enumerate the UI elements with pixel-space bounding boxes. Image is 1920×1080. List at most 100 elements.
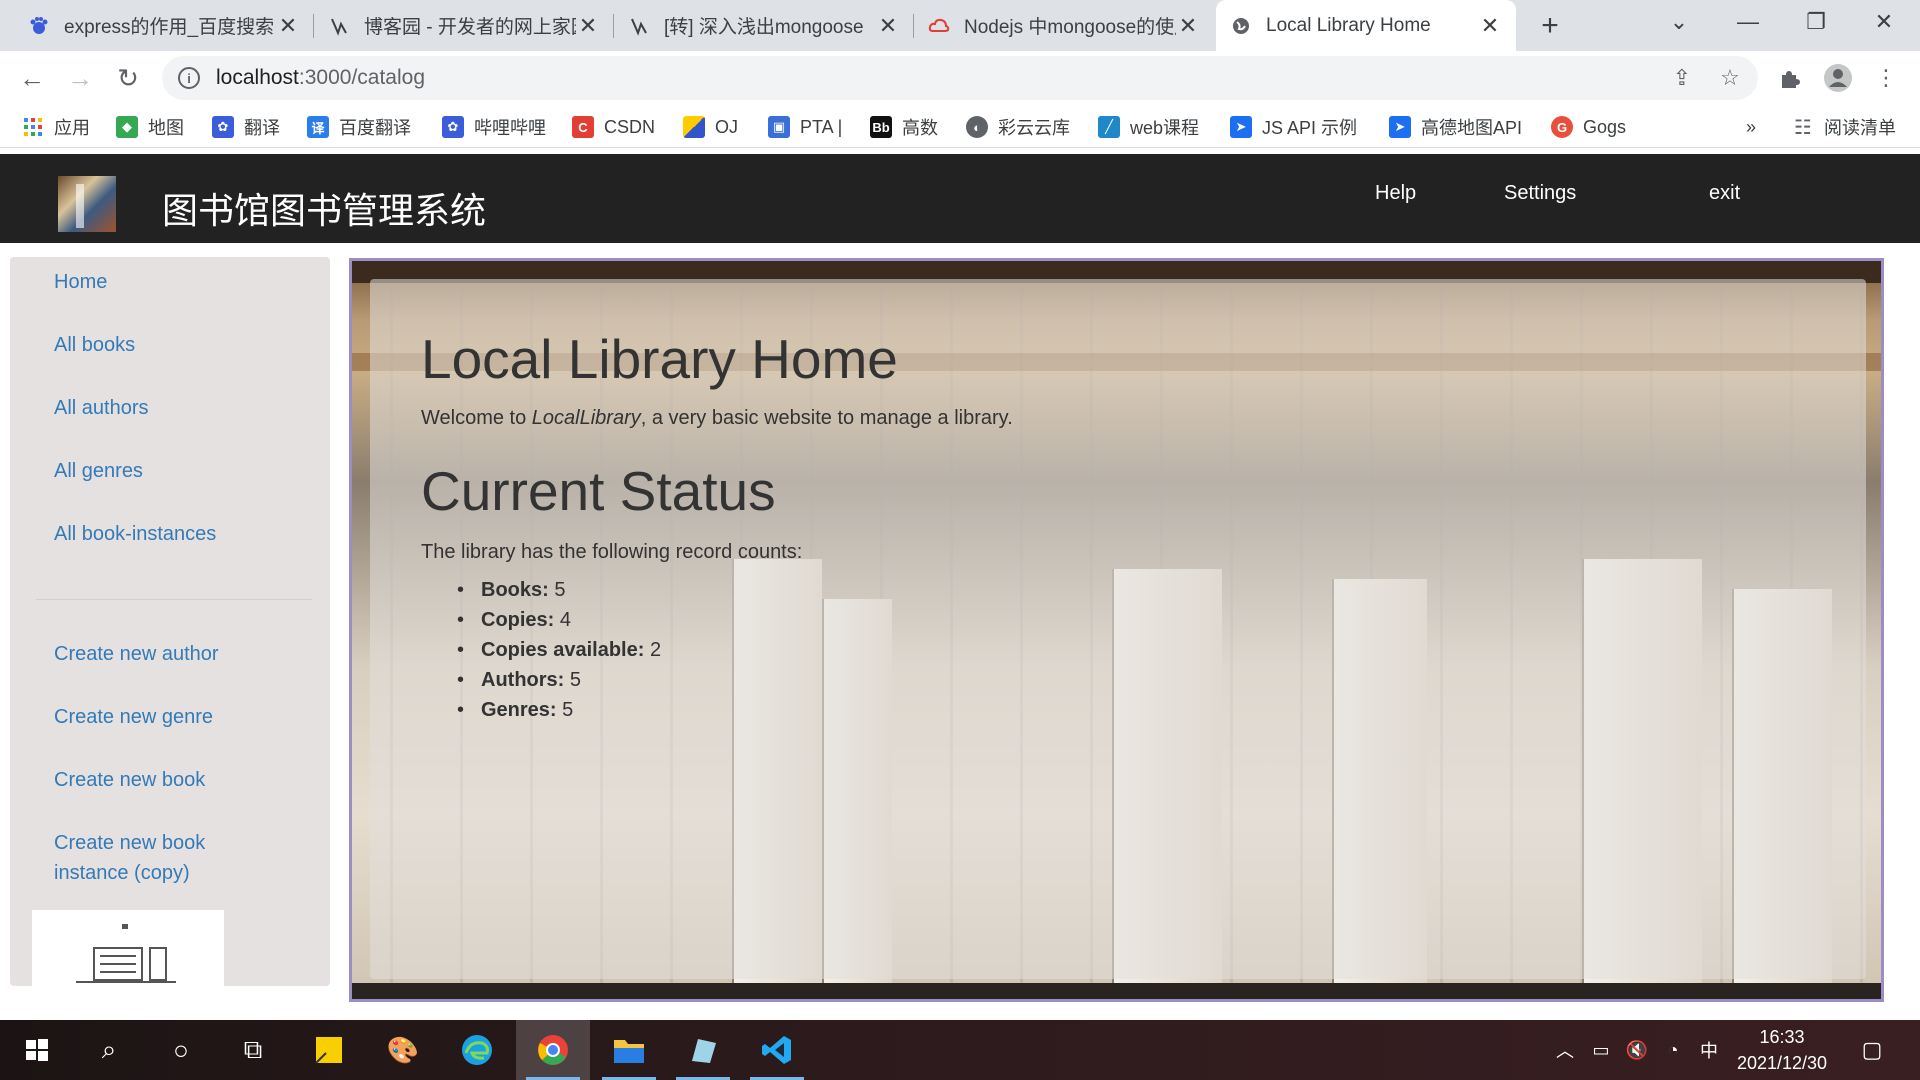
cnblogs-icon [628,15,650,37]
task-view-icon[interactable]: ⧉ [216,1020,290,1080]
tab-title: [转] 深入浅出mongoose [664,17,864,38]
tab-cnblogs[interactable]: 博客园 - 开发者的网上家园 ✕ [314,0,614,51]
tab-local-library[interactable]: Local Library Home ✕ [1216,0,1516,51]
bookmarks-overflow-icon[interactable]: » [1746,113,1756,141]
notification-icon[interactable]: ▢ [1852,1020,1892,1080]
sidebar-item-home[interactable]: Home [54,267,107,297]
reading-list[interactable]: ☷ 阅读清单 [1792,113,1896,141]
apps-grid-icon [22,116,44,138]
help-link[interactable]: Help [1375,182,1416,205]
reload-icon[interactable]: ↻ [108,58,148,98]
minimize-button[interactable]: — [1714,0,1782,44]
bookmark-oj[interactable]: OJ [683,113,738,141]
new-tab-button[interactable]: + [1530,6,1570,46]
extensions-puzzle-icon[interactable] [1770,58,1810,98]
book-list-icon [76,924,176,983]
list-item: Genres: 5 [421,695,661,725]
windows-start-icon[interactable] [0,1020,74,1080]
network-icon[interactable]: ◔ [1656,1020,1690,1080]
counts-intro: The library has the following record cou… [421,541,803,563]
sidebar-item-all-authors[interactable]: All authors [54,393,149,423]
sidebar-item-create-book[interactable]: Create new book [54,765,205,795]
app-header: 图书馆图书管理系统 Help Settings exit [0,154,1920,243]
sidebar-item-create-author[interactable]: Create new author [54,639,219,669]
forward-arrow-icon[interactable]: → [60,58,100,98]
bookmark-label: JS API 示例 [1262,118,1358,138]
web-icon: ╱ [1098,116,1120,138]
pta-icon: ▣ [768,116,790,138]
bookmark-label: CSDN [604,116,656,137]
url-host: localhost [216,66,299,89]
tray-overflow-icon[interactable]: ︿ [1548,1020,1582,1080]
bookmark-baidu-translate[interactable]: 译 百度翻译 [307,113,411,141]
vscode-icon[interactable] [740,1020,814,1080]
site-info-icon[interactable]: i [178,67,200,89]
tab-close-icon[interactable]: ✕ [876,13,900,39]
cortana-icon[interactable]: ○ [144,1020,218,1080]
bookmark-translate[interactable]: ✿ 翻译 [212,113,280,141]
sidebar-item-create-genre[interactable]: Create new genre [54,702,213,732]
clock-date: 2021/12/30 [1736,1053,1828,1073]
library-logo[interactable] [58,176,116,232]
tab-close-icon[interactable]: ✕ [576,13,600,39]
settings-link[interactable]: Settings [1504,182,1576,205]
list-item: Authors: 5 [421,665,661,695]
browser-menu-icon[interactable]: ⋮ [1866,58,1906,98]
search-icon[interactable]: ⌕ [72,1020,146,1080]
address-bar[interactable]: i localhost:3000/catalog [162,56,1758,100]
sidebar-item-create-book-instance[interactable]: Create new book instance (copy) [54,828,205,888]
reading-list-icon: ☷ [1794,116,1812,139]
bookmark-gogs[interactable]: G Gogs [1551,113,1626,141]
volume-muted-icon[interactable]: 🔇 [1620,1020,1654,1080]
profile-avatar-icon[interactable] [1818,58,1858,98]
chrome-icon[interactable] [516,1020,590,1080]
bookmark-js-api[interactable]: ➤ JS API 示例 [1230,113,1357,141]
bookmark-label: 地图 [148,118,184,138]
bookmark-label: 高数 [902,118,938,138]
tab-title: Nodejs 中mongoose的使用 [964,17,1176,38]
tab-close-icon[interactable]: ✕ [276,13,300,39]
list-item: Copies: 4 [421,605,661,635]
tab-search-icon[interactable]: ⌄ [1645,0,1713,44]
back-arrow-icon[interactable]: ← [12,58,52,98]
exit-link[interactable]: exit [1709,182,1740,205]
globe-icon [1230,15,1252,37]
sidebar-item-all-book-instances[interactable]: All book-instances [54,519,216,549]
tab-close-icon[interactable]: ✕ [1176,13,1200,39]
close-window-button[interactable]: ✕ [1850,0,1918,44]
paint-icon[interactable]: 🎨 [366,1020,440,1080]
sticky-notes-icon[interactable] [292,1020,366,1080]
battery-icon[interactable]: ▭ [1584,1020,1618,1080]
share-icon[interactable]: ⇪ [1662,58,1702,98]
bookmark-pta[interactable]: ▣ PTA | [768,113,842,141]
tab-mongoose-intro[interactable]: [转] 深入浅出mongoose ✕ [614,0,914,51]
clock[interactable]: 16:33 2021/12/30 [1722,1024,1842,1076]
bookmark-label: PTA | [800,116,843,137]
bookmark-maps[interactable]: ◆ 地图 [116,113,184,141]
tab-nodejs-mongoose[interactable]: Nodejs 中mongoose的使用 ✕ [914,0,1214,51]
list-item: Books: 5 [421,575,661,605]
main-content: Local Library Home Welcome to LocalLibra… [349,258,1884,1002]
bookmark-web-course[interactable]: ╱ web课程 [1098,113,1199,141]
app-icon[interactable] [666,1020,740,1080]
restore-button[interactable]: ❐ [1782,0,1850,44]
tab-express[interactable]: express的作用_百度搜索 ✕ [14,0,314,51]
file-explorer-icon[interactable] [592,1020,666,1080]
tab-title: Local Library Home [1266,14,1431,36]
ime-indicator[interactable]: 中 [1692,1020,1726,1080]
bookmark-csdn[interactable]: C CSDN [572,113,655,141]
bookmark-bilibili[interactable]: ✿ 哔哩哔哩 [442,113,546,141]
edge-browser-icon[interactable] [440,1020,514,1080]
bookmark-apps[interactable]: 应用 [22,113,90,141]
bookmark-amap-api[interactable]: ➤ 高德地图API [1389,113,1522,141]
tab-close-icon[interactable]: ✕ [1478,13,1502,39]
sidebar-item-all-genres[interactable]: All genres [54,456,143,486]
sidebar-item-all-books[interactable]: All books [54,330,135,360]
bookmark-label: 应用 [54,118,90,138]
baidu-icon [28,15,50,37]
bookmark-star-icon[interactable]: ☆ [1710,58,1750,98]
bookmark-math[interactable]: Bb 高数 [870,113,938,141]
shelf-background [352,983,1881,999]
bookmark-caiyun[interactable]: ◐ 彩云云库 [966,113,1070,141]
amap-icon: ➤ [1389,116,1411,138]
